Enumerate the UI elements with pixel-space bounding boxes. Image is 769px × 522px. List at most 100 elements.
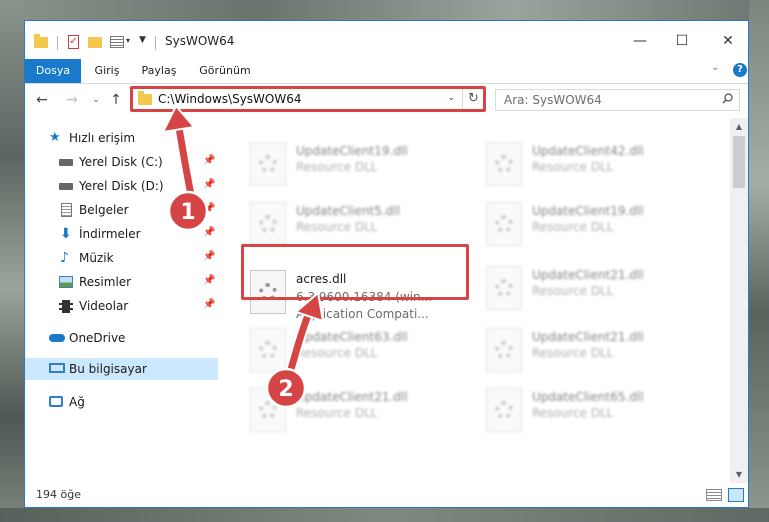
pin-icon[interactable]: 📌 [203,203,215,214]
title-bar: ✓ ▾ ▼ SysWOW64 — ☐ ✕ [25,21,748,59]
sidebar-item-local-disk-d[interactable]: Yerel Disk (D:) 📌 [25,175,218,197]
desktop-background-left [0,0,24,522]
dll-file-icon [486,142,522,186]
address-bar[interactable]: C:\Windows\SysWOW64 ⌄ [132,88,484,110]
properties-icon[interactable]: ✓ [68,35,79,49]
refresh-icon[interactable]: ↻ [462,88,484,110]
file-description: Resource DLL [532,284,614,298]
music-icon: ♪ [60,250,69,266]
navigation-bar: ← → ⌄ ↑ C:\Windows\SysWOW64 ⌄ ↻ [25,84,748,118]
file-description: Resource DLL [296,160,378,174]
file-tile[interactable]: UpdateClient19.dll Resource DLL [486,200,716,254]
sidebar-item-downloads[interactable]: ⬇ İndirmeler 📌 [25,223,218,245]
close-button[interactable]: ✕ [713,29,743,53]
drive-icon [59,183,73,190]
sidebar-item-label: Müzik [79,251,114,265]
cloud-icon [49,334,65,342]
file-description: Resource DLL [532,406,614,420]
customize-toolbar-icon[interactable]: ▼ [139,35,146,45]
expand-ribbon-icon[interactable]: ⌄ [711,62,719,73]
maximize-button[interactable]: ☐ [667,29,697,53]
documents-icon [61,203,72,217]
search-input[interactable] [504,92,704,108]
dll-file-icon [250,142,286,186]
file-tile[interactable]: UpdateClient21.dll Resource DLL [486,326,716,380]
file-name: UpdateClient65.dll [532,390,644,404]
sidebar-item-label: Videolar [79,299,129,313]
tab-home[interactable]: Giriş [87,59,127,83]
folder-icon [138,91,152,105]
sidebar-item-pictures[interactable]: Resimler 📌 [25,271,218,293]
downloads-icon: ⬇ [60,226,72,242]
file-tile[interactable]: UpdateClient63.dll Resource DLL [250,326,480,380]
address-path[interactable]: C:\Windows\SysWOW64 [158,92,302,106]
minimize-button[interactable]: — [625,29,655,53]
file-description: Resource DLL [532,346,614,360]
sidebar-item-label: Hızlı erişim [69,131,136,145]
computer-icon [49,363,65,373]
pin-icon[interactable]: 📌 [203,299,215,310]
dll-file-icon [250,328,286,372]
new-folder-icon[interactable] [88,37,102,48]
pin-icon[interactable]: 📌 [203,227,215,238]
help-icon[interactable]: ? [733,63,747,77]
vertical-scrollbar[interactable]: ▲ ▼ [730,118,748,483]
details-view-icon[interactable] [706,489,722,501]
sidebar-item-documents[interactable]: Belgeler 📌 [25,199,218,221]
file-tile[interactable]: UpdateClient65.dll Resource DLL [486,386,716,440]
pin-icon[interactable]: 📌 [203,155,215,166]
scroll-thumb[interactable] [733,136,745,188]
dll-file-icon [486,202,522,246]
pin-icon[interactable]: 📌 [203,179,215,190]
recent-locations-icon[interactable]: ⌄ [87,91,105,109]
desktop-background-right [749,0,769,522]
forward-arrow-icon[interactable]: → [63,91,81,109]
file-tile[interactable]: UpdateClient42.dll Resource DLL [486,140,716,194]
tab-file[interactable]: Dosya [25,59,81,83]
sidebar-item-label: Ağ [69,395,85,409]
sidebar-item-network[interactable]: Ağ [25,391,218,413]
pictures-icon [59,276,73,288]
search-icon[interactable] [722,93,733,104]
scroll-up-icon[interactable]: ▲ [730,118,748,135]
tiles-view-icon[interactable] [728,488,744,502]
tab-view[interactable]: Görünüm [195,59,255,83]
desktop-background-bottom [0,508,769,522]
file-name: UpdateClient21.dll [532,330,644,344]
videos-icon [59,300,73,313]
sidebar-item-this-pc[interactable]: Bu bilgisayar [25,358,218,380]
sidebar-item-quick-access[interactable]: ★ Hızlı erişim [25,127,218,149]
dll-file-icon [250,388,286,432]
pin-icon[interactable]: 📌 [203,275,215,286]
chevron-down-icon[interactable]: ⌄ [447,93,455,103]
dll-file-icon [486,388,522,432]
view-options-icon[interactable] [110,36,124,48]
sidebar-item-local-disk-c[interactable]: Yerel Disk (C:) 📌 [25,151,218,173]
search-box[interactable] [495,89,740,111]
sidebar-item-label: İndirmeler [79,227,141,241]
sidebar-item-onedrive[interactable]: OneDrive [25,327,218,349]
pin-icon[interactable]: 📌 [203,251,215,262]
file-description: Resource DLL [296,220,378,234]
chevron-down-icon[interactable]: ▾ [126,36,130,45]
up-arrow-icon[interactable]: ↑ [107,91,125,109]
file-name: UpdateClient19.dll [532,204,644,218]
network-icon [49,396,63,407]
file-name: UpdateClient42.dll [532,144,644,158]
file-tile[interactable]: UpdateClient21.dll Resource DLL [250,386,480,440]
file-tile[interactable]: UpdateClient19.dll Resource DLL [250,140,480,194]
file-name: UpdateClient21.dll [296,390,408,404]
toolbar-separator [155,36,156,50]
scroll-down-icon[interactable]: ▼ [730,466,748,483]
file-name: UpdateClient63.dll [296,330,408,344]
file-tile[interactable]: UpdateClient21.dll Resource DLL [486,264,716,318]
sidebar-item-music[interactable]: ♪ Müzik 📌 [25,247,218,269]
sidebar-item-videos[interactable]: Videolar 📌 [25,295,218,317]
sidebar-item-label: Yerel Disk (D:) [79,179,164,193]
file-description: Application Compati... [296,307,429,321]
toolbar-separator [57,36,58,50]
dll-file-icon [486,328,522,372]
tab-share[interactable]: Paylaş [137,59,181,83]
file-description: Resource DLL [532,220,614,234]
back-arrow-icon[interactable]: ← [33,91,51,109]
